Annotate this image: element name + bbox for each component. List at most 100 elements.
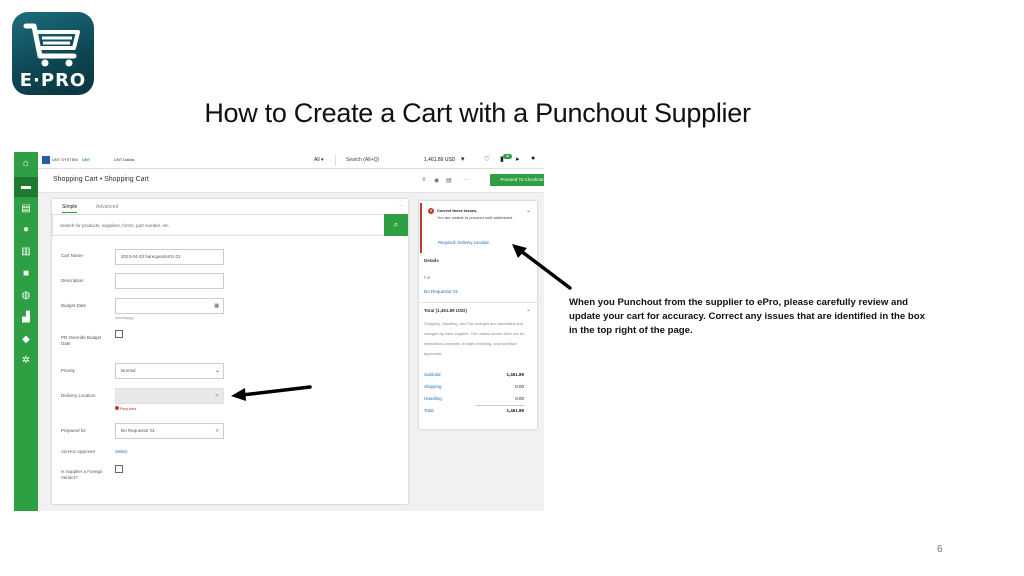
global-search-label: Search (Alt+Q) — [346, 157, 380, 163]
budget-date-label: Budget Date — [61, 303, 87, 308]
pr-override-checkbox[interactable] — [115, 330, 123, 338]
global-search-input[interactable]: Search (Alt+Q) — [335, 155, 415, 166]
details-heading: Details — [424, 258, 439, 263]
handling-label: Handling — [424, 396, 442, 401]
notification-badge: 99 — [503, 154, 512, 159]
alert-title: Correct these issues. — [437, 208, 478, 213]
brand-unt-system: UNT SYSTEM — [52, 157, 78, 162]
description-field[interactable] — [115, 273, 224, 289]
arrow-to-delivery-icon — [231, 385, 312, 401]
foreign-vendor-checkbox[interactable] — [115, 465, 123, 473]
home-icon[interactable]: ⌂ — [19, 158, 33, 170]
bank-icon[interactable]: ▥ — [19, 246, 33, 258]
tab-advanced[interactable]: Advanced — [96, 204, 118, 210]
priority-label: Priority — [61, 368, 76, 373]
required-delivery-link[interactable]: Required: Delivery Location — [438, 240, 489, 245]
search-icon: ⌕ — [393, 220, 399, 229]
adhoc-select-link[interactable]: Select — [115, 449, 128, 454]
total-heading: Total (1,461.89 USD) — [424, 308, 467, 313]
left-nav: ⌂ ▬ ▤ ● ▥ ■ ◍ ▟ ◆ ✲ — [14, 152, 38, 511]
subtotal-value: 1,461.89 — [506, 372, 524, 377]
page-header: Shopping Cart • Shopping Cart ≡ ◉ ▤ ··· … — [38, 169, 544, 193]
cart-form-panel — [52, 199, 408, 504]
cart-icon[interactable]: ▬ — [14, 177, 38, 197]
adhoc-approver-label: Ad-Hoc Approver — [61, 449, 96, 454]
settings-tool-icon[interactable]: ◆ — [19, 334, 33, 346]
delivery-location-field[interactable]: ✕ — [115, 388, 224, 404]
page-number: 6 — [937, 544, 943, 555]
print-icon[interactable]: ▤ — [446, 177, 452, 184]
collapse-chevron-icon[interactable]: ⌄ — [526, 207, 531, 214]
budget-date-hint: mm/dd/yyyy — [115, 316, 134, 320]
delivery-location-label: Delivery Location — [61, 393, 96, 398]
brand-logo-icon — [42, 156, 50, 164]
product-search-placeholder: Search for products, suppliers, forms, p… — [60, 223, 170, 228]
description-label: Description — [61, 278, 84, 283]
total-chevron-icon[interactable]: ⌄ — [526, 306, 531, 313]
search-scope-dropdown[interactable]: All ▾ — [314, 157, 323, 163]
product-search-input[interactable]: Search for products, suppliers, forms, p… — [52, 214, 385, 236]
view-icon[interactable]: ◉ — [434, 177, 439, 184]
total-row: Total 1,461.89 — [424, 408, 524, 413]
cart-total-amount[interactable]: 1,461.89 USD — [424, 157, 455, 163]
search-button[interactable]: ⌕ — [384, 214, 408, 236]
prepared-for-label: Prepared for — [61, 428, 87, 433]
subtotal-row: Subtotal 1,461.89 — [424, 372, 524, 377]
gear-icon[interactable]: ✲ — [19, 355, 33, 367]
favorites-icon[interactable]: ♡ — [484, 155, 490, 163]
documents-icon[interactable]: ▤ — [19, 203, 33, 215]
priority-select[interactable]: Normal ⌄ — [115, 363, 224, 379]
search-icon: ⌕ — [215, 428, 219, 434]
shipping-row: Shipping 0.00 — [424, 384, 524, 389]
app-screenshot: ⌂ ▬ ▤ ● ▥ ■ ◍ ▟ ◆ ✲ UNT SYSTEM UNT UNT D… — [14, 152, 544, 511]
breadcrumb[interactable]: Shopping Cart • Shopping Cart — [53, 176, 149, 183]
summary-divider — [419, 302, 537, 303]
handling-value: 0.00 — [515, 396, 524, 401]
total-value: 1,461.89 — [506, 408, 524, 413]
alert-body: You are unable to proceed until addresse… — [437, 215, 514, 220]
total-label: Total — [424, 408, 434, 413]
brand-unt-dallas: UNT Dallas — [114, 157, 135, 162]
total-divider — [476, 405, 524, 406]
error-icon: ✕ — [428, 208, 434, 214]
list-icon[interactable]: ≡ — [422, 177, 426, 183]
foreign-vendor-label: Is Supplier a Foreign Vendor? — [61, 469, 103, 480]
shipping-value: 0.00 — [515, 384, 524, 389]
error-icon — [115, 406, 119, 410]
details-for-label: For — [424, 275, 431, 280]
prepared-for-field[interactable]: BA Requestor 01 ⌕ — [115, 423, 224, 439]
handling-row: Handling 0.00 — [424, 396, 524, 401]
cart-name-label: Cart Name — [61, 253, 83, 258]
tab-more-icon[interactable]: ··· — [398, 203, 403, 209]
proceed-to-checkout-button[interactable]: Proceed To Checkout — [490, 174, 544, 186]
required-indicator: Required — [115, 406, 136, 411]
more-options-icon[interactable]: ··· — [463, 177, 469, 183]
slide-title: How to Create a Cart with a Punchout Sup… — [204, 98, 751, 128]
prepared-for-value: BA Requestor 01 — [121, 428, 156, 433]
instruction-text: When you Punchout from the supplier to e… — [569, 297, 925, 336]
shipping-label: Shipping — [424, 384, 442, 389]
flag-icon[interactable]: ▸ — [516, 155, 520, 163]
clear-icon[interactable]: ✕ — [215, 389, 219, 403]
pr-override-label: PR Override Budget Date — [61, 335, 102, 346]
chevron-down-icon: ⌄ — [214, 368, 220, 374]
epro-logo: E·PRO — [12, 12, 94, 95]
slide: E·PRO How to Create a Cart with a Puncho… — [0, 0, 1024, 576]
cart-name-field[interactable]: 2023-04-03 barequestor01 01 — [115, 249, 224, 265]
subtotal-label: Subtotal — [424, 372, 441, 377]
budget-date-field[interactable]: ▦ — [115, 298, 224, 314]
chart-icon[interactable]: ▟ — [19, 312, 33, 324]
tab-simple[interactable]: Simple — [62, 204, 78, 213]
user-icon[interactable]: ● — [531, 155, 535, 162]
arrow-to-alert-icon — [512, 244, 572, 290]
cart-top-icon[interactable]: ▾ — [461, 155, 465, 163]
details-for-value[interactable]: BA Requestor 01 — [424, 289, 458, 294]
charges-note: Shipping, Handling, and Tax charges are … — [424, 321, 525, 356]
calendar-icon[interactable]: ▦ — [214, 299, 219, 313]
globe-icon[interactable]: ◍ — [19, 290, 33, 302]
logo-text: E·PRO — [19, 70, 87, 91]
top-bar: UNT SYSTEM UNT UNT Dallas All ▾ Search (… — [38, 152, 544, 169]
priority-value: Normal — [121, 368, 136, 373]
box-icon[interactable]: ■ — [19, 268, 33, 280]
location-icon[interactable]: ● — [19, 224, 33, 236]
